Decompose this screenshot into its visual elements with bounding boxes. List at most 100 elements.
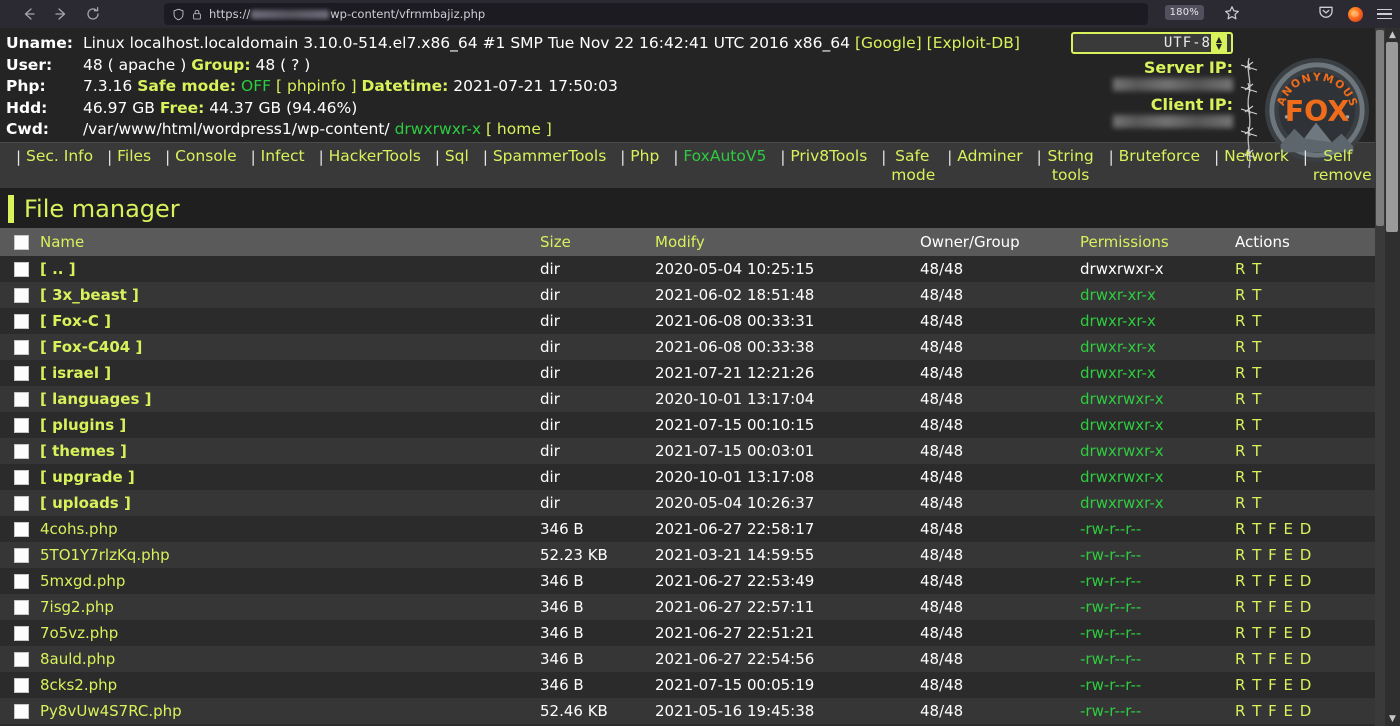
table-row[interactable]: [ .. ] dir 2020-05-04 10:25:15 48/48 drwxrwx… [0, 256, 1385, 282]
permissions-link[interactable]: -rw-r--r-- [1080, 702, 1141, 720]
row-action-links[interactable]: R T [1235, 416, 1262, 434]
row-checkbox[interactable] [14, 548, 29, 563]
nav-item-adminer[interactable]: | Adminer [945, 147, 1034, 166]
nav-item-self-remove[interactable]: | Self remove [1301, 147, 1375, 185]
firefox-account-avatar-icon[interactable] [1348, 6, 1363, 22]
url-text[interactable]: https:// wp-content/vfrnmbajiz.php [209, 7, 485, 21]
star-icon[interactable] [1224, 5, 1240, 25]
row-action-links[interactable]: R T [1235, 442, 1262, 460]
row-action-links[interactable]: R T F E D [1235, 624, 1312, 642]
nav-item-priv8tools[interactable]: | Priv8Tools [778, 147, 879, 166]
nav-item-safe-mode[interactable]: | Safe mode [879, 147, 945, 185]
nav-item-infect[interactable]: | Infect [249, 147, 317, 166]
row-checkbox[interactable] [14, 392, 29, 407]
row-checkbox[interactable] [14, 340, 29, 355]
row-checkbox[interactable] [14, 626, 29, 641]
pocket-icon[interactable] [1318, 4, 1334, 24]
row-action-links[interactable]: R T F E D [1235, 546, 1312, 564]
permissions-link[interactable]: drwxrwxr-x [1080, 494, 1164, 512]
nav-item-foxautov5[interactable]: | FoxAutoV5 [671, 147, 778, 166]
select-all-checkbox[interactable] [14, 235, 29, 250]
row-action-links[interactable]: R T [1235, 312, 1262, 330]
row-checkbox[interactable] [14, 288, 29, 303]
table-row[interactable]: 5TO1Y7rlzKq.php 52.23 KB 2021-03-21 14:59:… [0, 542, 1385, 568]
table-row[interactable]: 8auld.php 346 B 2021-06-27 22:54:56 48/48 -r… [0, 646, 1385, 672]
padlock-icon[interactable] [191, 8, 203, 21]
scroll-down-arrow-icon[interactable]: ▼ [1385, 712, 1400, 726]
table-row[interactable]: [ 3x_beast ] dir 2021-06-02 18:51:48 48/48 d… [0, 282, 1385, 308]
row-action-links[interactable]: R T F E D [1235, 650, 1312, 668]
row-action-links[interactable]: R T [1235, 494, 1262, 512]
nav-item-sql[interactable]: | Sql [433, 147, 481, 166]
table-row[interactable]: 5mxgd.php 346 B 2021-06-27 22:53:49 48/48 -r… [0, 568, 1385, 594]
table-row[interactable]: 7o5vz.php 346 B 2021-06-27 22:51:21 48/48 -r… [0, 620, 1385, 646]
table-row[interactable]: [ Fox-C ] dir 2021-06-08 00:33:31 48/48 drwx… [0, 308, 1385, 334]
file-link[interactable]: 7isg2.php [40, 598, 114, 616]
table-row[interactable]: 8cks2.php 346 B 2021-07-15 00:05:19 48/48 -r… [0, 672, 1385, 698]
table-row[interactable]: [ themes ] dir 2021-07-15 00:03:01 48/48 drw… [0, 438, 1385, 464]
row-action-links[interactable]: R T [1235, 260, 1262, 278]
directory-link[interactable]: [ upgrade ] [40, 468, 135, 486]
file-link[interactable]: 5mxgd.php [40, 572, 125, 590]
nav-item-network[interactable]: | Network [1212, 147, 1301, 166]
permissions-link[interactable]: drwxr-xr-x [1080, 286, 1156, 304]
row-action-links[interactable]: R T [1235, 390, 1262, 408]
permissions-link[interactable]: -rw-r--r-- [1080, 546, 1141, 564]
permissions-link[interactable]: -rw-r--r-- [1080, 520, 1141, 538]
table-row[interactable]: [ Fox-C404 ] dir 2021-06-08 00:33:38 48/48 d… [0, 334, 1385, 360]
scroll-up-arrow-icon[interactable]: ▲ [1385, 28, 1400, 42]
permissions-link[interactable]: drwxr-xr-x [1080, 364, 1156, 382]
row-checkbox[interactable] [14, 574, 29, 589]
table-row[interactable]: [ upgrade ] dir 2020-10-01 13:17:08 48/48 dr… [0, 464, 1385, 490]
row-checkbox[interactable] [14, 366, 29, 381]
row-action-links[interactable]: R T [1235, 468, 1262, 486]
hamburger-menu-icon[interactable] [1377, 8, 1392, 20]
row-checkbox[interactable] [14, 314, 29, 329]
row-checkbox[interactable] [14, 418, 29, 433]
inner-scrollbar-thumb[interactable] [1376, 30, 1384, 226]
directory-link[interactable]: [ .. ] [40, 260, 76, 278]
row-action-links[interactable]: R T F E D [1235, 572, 1312, 590]
column-header-permissions[interactable]: Permissions [1080, 228, 1235, 256]
file-link[interactable]: 4cohs.php [40, 520, 118, 538]
row-action-links[interactable]: R T F E D [1235, 702, 1312, 720]
permissions-link[interactable]: drwxr-xr-x [1080, 312, 1156, 330]
permissions-link[interactable]: drwxrwxr-x [1080, 468, 1164, 486]
column-header-name[interactable]: Name [40, 228, 540, 256]
charset-select[interactable]: UTF-8 ▲ ▼ [1071, 32, 1233, 54]
directory-link[interactable]: [ themes ] [40, 442, 127, 460]
file-link[interactable]: 8auld.php [40, 650, 115, 668]
table-row[interactable]: [ uploads ] dir 2020-05-04 10:26:37 48/48 dr… [0, 490, 1385, 516]
nav-item-files[interactable]: | Files [105, 147, 163, 166]
inner-scrollbar[interactable] [1375, 28, 1385, 726]
file-link[interactable]: Py8vUw4S7RC.php [40, 702, 182, 720]
directory-link[interactable]: [ 3x_beast ] [40, 286, 139, 304]
permissions-link[interactable]: -rw-r--r-- [1080, 676, 1141, 694]
directory-link[interactable]: [ languages ] [40, 390, 151, 408]
nav-item-console[interactable]: | Console [163, 147, 249, 166]
directory-link[interactable]: [ plugins ] [40, 416, 126, 434]
table-row[interactable]: Py8vUw4S7RC.php 52.46 KB 2021-05-16 19:45:… [0, 698, 1385, 724]
file-link[interactable]: 7o5vz.php [40, 624, 118, 642]
row-checkbox[interactable] [14, 262, 29, 277]
directory-link[interactable]: [ Fox-C404 ] [40, 338, 142, 356]
table-row[interactable]: [ plugins ] dir 2021-07-15 00:10:15 48/48 dr… [0, 412, 1385, 438]
row-checkbox[interactable] [14, 600, 29, 615]
permissions-link[interactable]: -rw-r--r-- [1080, 598, 1141, 616]
column-header-modify[interactable]: Modify [655, 228, 920, 256]
permissions-link[interactable]: drwxr-xr-x [1080, 338, 1156, 356]
table-row[interactable]: 7isg2.php 346 B 2021-06-27 22:57:11 48/48 -r… [0, 594, 1385, 620]
permissions-link[interactable]: -rw-r--r-- [1080, 650, 1141, 668]
google-link[interactable]: [Google] [855, 34, 922, 52]
column-header-size[interactable]: Size [540, 228, 655, 256]
page-scrollbar[interactable]: ▲ ▼ [1385, 28, 1400, 726]
phpinfo-link[interactable]: [ phpinfo ] [276, 77, 357, 95]
row-action-links[interactable]: R T [1235, 364, 1262, 382]
row-checkbox[interactable] [14, 704, 29, 719]
row-checkbox[interactable] [14, 444, 29, 459]
file-link[interactable]: 5TO1Y7rlzKq.php [40, 546, 170, 564]
row-action-links[interactable]: R T [1235, 286, 1262, 304]
row-checkbox[interactable] [14, 652, 29, 667]
zoom-level-badge[interactable]: 180% [1164, 5, 1204, 20]
table-row[interactable]: [ israel ] dir 2021-07-21 12:21:26 48/48 drw… [0, 360, 1385, 386]
